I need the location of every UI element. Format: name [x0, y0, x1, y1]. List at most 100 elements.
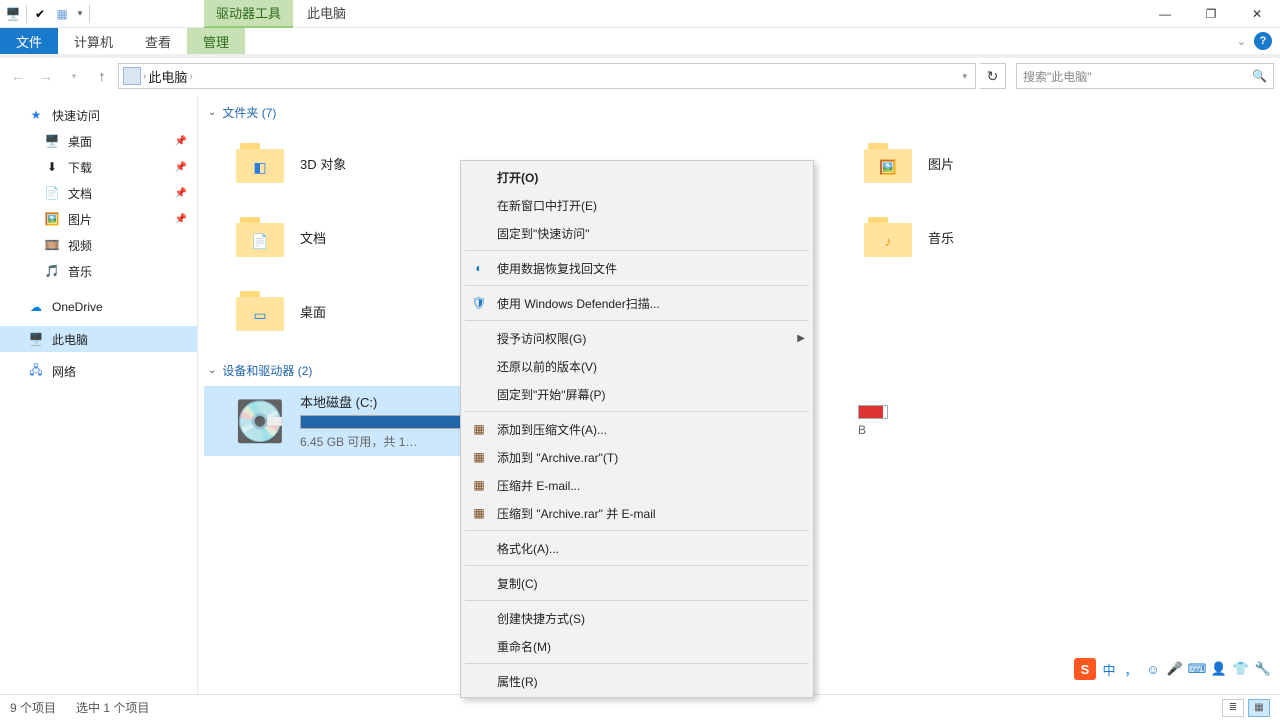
- group-header-folders[interactable]: ⌄ 文件夹 (7): [204, 100, 1280, 124]
- minimize-button[interactable]: —: [1142, 0, 1188, 28]
- documents-icon: 📄: [44, 185, 60, 201]
- qat-dropdown-icon[interactable]: ▾: [75, 8, 85, 19]
- ime-settings-icon[interactable]: 🔧: [1254, 660, 1272, 678]
- ime-mode[interactable]: 中: [1100, 660, 1118, 678]
- ctx-compress-email[interactable]: ▦压缩并 E-mail...: [463, 471, 811, 499]
- group-label: 设备和驱动器 (2): [222, 362, 312, 379]
- ribbon-tab-manage[interactable]: 管理: [187, 28, 245, 54]
- drive-info: B: [858, 405, 908, 437]
- forward-button[interactable]: →: [34, 64, 58, 88]
- this-pc-icon: [123, 67, 141, 85]
- refresh-button[interactable]: ↻: [980, 63, 1006, 89]
- ribbon-tab-view[interactable]: 查看: [129, 28, 187, 54]
- ctx-open-new-window[interactable]: 在新窗口中打开(E): [463, 191, 811, 219]
- close-button[interactable]: ✕: [1234, 0, 1280, 28]
- folder-music[interactable]: ♪ 音乐: [832, 202, 1142, 272]
- search-icon[interactable]: 🔍: [1252, 69, 1267, 83]
- ctx-create-shortcut[interactable]: 创建快捷方式(S): [463, 604, 811, 632]
- label: OneDrive: [52, 300, 103, 314]
- group-label: 文件夹 (7): [222, 104, 276, 121]
- breadcrumb-this-pc[interactable]: 此电脑: [148, 67, 187, 86]
- videos-icon: 🎞️: [44, 237, 60, 253]
- sidebar-videos[interactable]: 🎞️ 视频: [0, 232, 197, 258]
- menu-separator: [465, 285, 809, 286]
- ribbon-tab-computer[interactable]: 计算机: [58, 28, 129, 54]
- window-title: 此电脑: [295, 0, 358, 28]
- ctx-data-recovery[interactable]: ◐使用数据恢复找回文件: [463, 254, 811, 282]
- item-label: 文档: [300, 228, 326, 247]
- pictures-icon: 🖼️: [44, 211, 60, 227]
- ime-voice-icon[interactable]: 🎤: [1166, 660, 1184, 678]
- ctx-rename[interactable]: 重命名(M): [463, 632, 811, 660]
- menu-separator: [465, 320, 809, 321]
- ime-user-icon[interactable]: 👤: [1210, 660, 1228, 678]
- sidebar-pictures[interactable]: 🖼️ 图片 📌: [0, 206, 197, 232]
- search-box[interactable]: 搜索"此电脑" 🔍: [1016, 63, 1274, 89]
- ime-emoji-icon[interactable]: ☺: [1144, 660, 1162, 678]
- ime-skin-icon[interactable]: 👕: [1232, 660, 1250, 678]
- ribbon-tab-file[interactable]: 文件: [0, 28, 58, 54]
- ctx-defender-scan[interactable]: 🛡使用 Windows Defender扫描...: [463, 289, 811, 317]
- ime-keyboard-icon[interactable]: ⌨: [1188, 660, 1206, 678]
- sidebar-music[interactable]: 🎵 音乐: [0, 258, 197, 284]
- view-tiles-button[interactable]: ▦: [1248, 699, 1270, 717]
- sidebar-desktop[interactable]: 🖥️ 桌面 📌: [0, 128, 197, 154]
- address-bar[interactable]: › 此电脑 › ▾: [118, 63, 976, 89]
- ctx-compress-rar-email[interactable]: ▦压缩到 "Archive.rar" 并 E-mail: [463, 499, 811, 527]
- sidebar-this-pc[interactable]: 🖥️ 此电脑: [0, 326, 197, 352]
- sidebar-onedrive[interactable]: ☁ OneDrive: [0, 294, 197, 320]
- sidebar-documents[interactable]: 📄 文档 📌: [0, 180, 197, 206]
- address-dropdown-icon[interactable]: ▾: [958, 71, 971, 82]
- network-icon: 🖧: [28, 363, 44, 379]
- sogou-logo-icon[interactable]: S: [1074, 658, 1096, 680]
- label: 图片: [68, 211, 92, 228]
- menu-separator: [465, 411, 809, 412]
- chevron-down-icon[interactable]: ⌄: [208, 107, 216, 118]
- folder-pictures[interactable]: 🖼️ 图片: [832, 128, 1142, 198]
- item-label: 音乐: [928, 228, 954, 247]
- chevron-right-icon[interactable]: ›: [143, 71, 146, 82]
- navigation-bar: ← → ▾ ↑ › 此电脑 › ▾ ↻ 搜索"此电脑" 🔍: [0, 58, 1280, 94]
- ctx-pin-quick-access[interactable]: 固定到"快速访问": [463, 219, 811, 247]
- ctx-format[interactable]: 格式化(A)...: [463, 534, 811, 562]
- folder-icon: ◧: [234, 137, 286, 189]
- ctx-restore-version[interactable]: 还原以前的版本(V): [463, 352, 811, 380]
- desktop-icon: 🖥️: [44, 133, 60, 149]
- ribbon-collapse-icon[interactable]: ⌄: [1237, 35, 1246, 48]
- context-tab-drive-tools[interactable]: 驱动器工具: [204, 0, 293, 28]
- chevron-right-icon[interactable]: ›: [189, 71, 192, 82]
- ctx-add-archive-rar[interactable]: ▦添加到 "Archive.rar"(T): [463, 443, 811, 471]
- sidebar-downloads[interactable]: ⬇ 下载 📌: [0, 154, 197, 180]
- folder-icon: 🖼️: [862, 137, 914, 189]
- ctx-pin-start[interactable]: 固定到"开始"屏幕(P): [463, 380, 811, 408]
- archive-icon: ▦: [471, 477, 487, 493]
- chevron-down-icon[interactable]: ⌄: [208, 365, 216, 376]
- label: 快速访问: [52, 107, 100, 124]
- this-pc-icon: 🖥️: [28, 331, 44, 347]
- ribbon: 文件 计算机 查看 管理 ⌄ ?: [0, 28, 1280, 58]
- properties-icon[interactable]: ✔: [31, 5, 49, 23]
- view-details-button[interactable]: ≣: [1222, 699, 1244, 717]
- ctx-add-archive[interactable]: ▦添加到压缩文件(A)...: [463, 415, 811, 443]
- separator: [26, 5, 27, 23]
- ctx-copy[interactable]: 复制(C): [463, 569, 811, 597]
- ctx-grant-access[interactable]: 授予访问权限(G)▶: [463, 324, 811, 352]
- ctx-open[interactable]: 打开(O): [463, 163, 811, 191]
- this-pc-icon: 🖥️: [4, 5, 22, 23]
- up-button[interactable]: ↑: [90, 64, 114, 88]
- pinned-icon: 📌: [175, 188, 187, 199]
- ctx-properties[interactable]: 属性(R): [463, 667, 811, 695]
- help-icon[interactable]: ?: [1254, 32, 1272, 50]
- recovery-icon: ◐: [471, 260, 487, 276]
- capacity-bar: [858, 405, 888, 419]
- sidebar-network[interactable]: 🖧 网络: [0, 358, 197, 384]
- recent-locations-button[interactable]: ▾: [62, 64, 86, 88]
- separator: [89, 5, 90, 23]
- back-button[interactable]: ←: [6, 64, 30, 88]
- search-placeholder: 搜索"此电脑": [1023, 68, 1092, 85]
- restore-button[interactable]: ❐: [1188, 0, 1234, 28]
- capacity-fill: [859, 406, 883, 418]
- sidebar-quick-access[interactable]: ★ 快速访问: [0, 102, 197, 128]
- new-folder-icon[interactable]: ▦: [53, 5, 71, 23]
- ime-punct-icon[interactable]: ，: [1122, 660, 1140, 678]
